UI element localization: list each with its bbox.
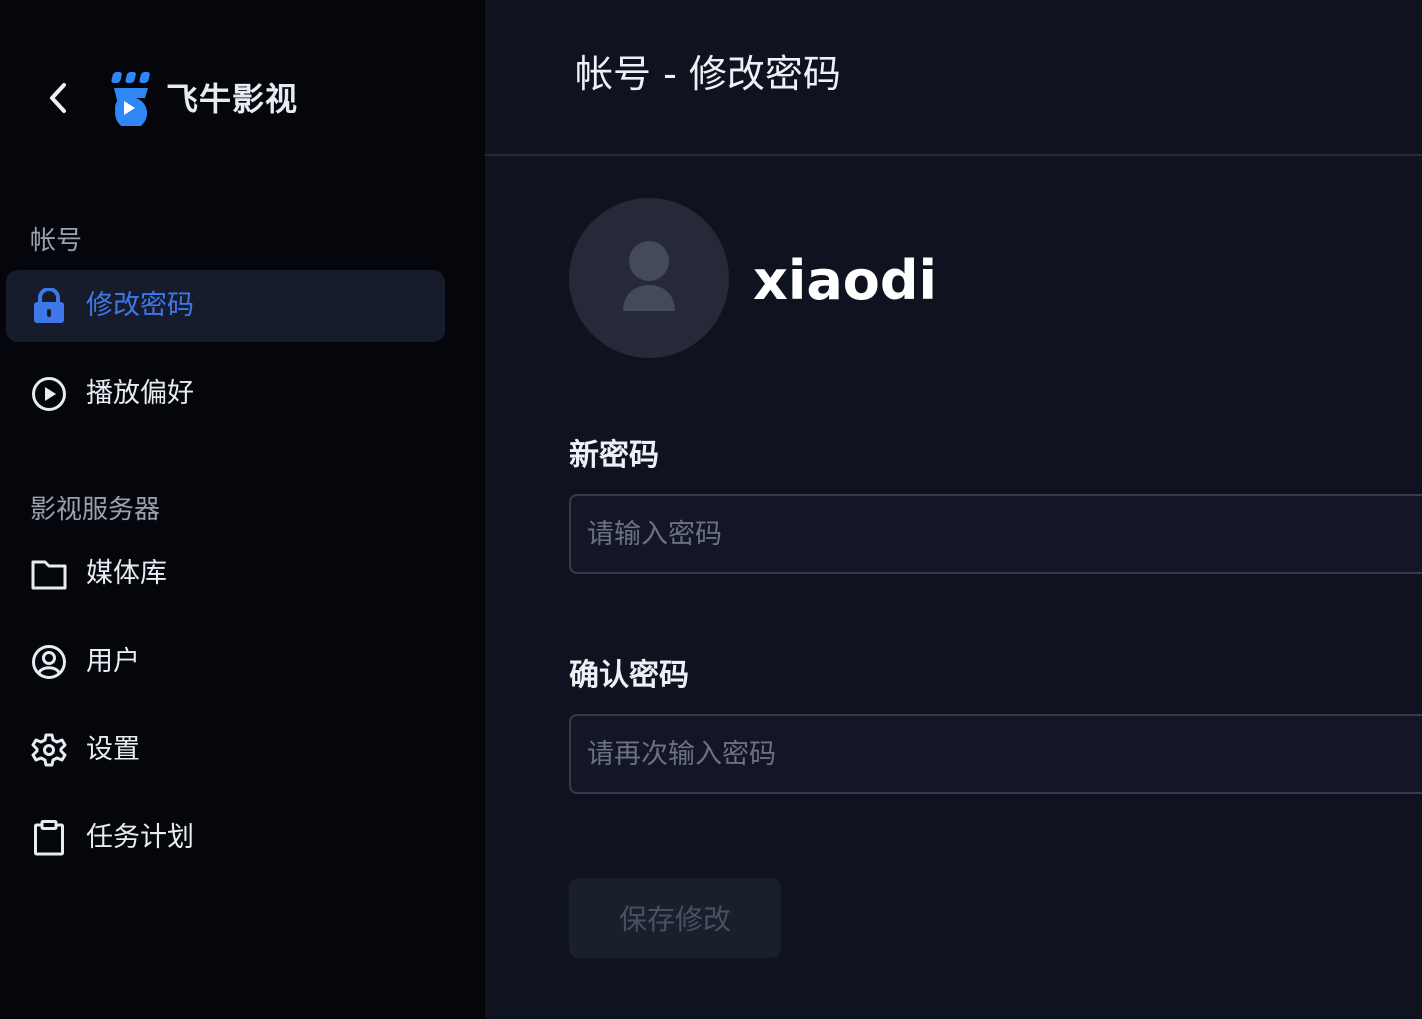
sidebar-item-settings[interactable]: 设置 xyxy=(6,714,445,786)
sidebar-item-media-library[interactable]: 媒体库 xyxy=(6,538,445,610)
feiniu-logo-icon xyxy=(111,72,150,126)
user-circle-icon xyxy=(31,644,67,680)
clipboard-icon xyxy=(31,820,67,856)
app-logo-text: 飞牛影视 xyxy=(166,80,299,118)
chevron-left-icon xyxy=(50,83,66,113)
new-password-input[interactable] xyxy=(569,494,1422,574)
confirm-password-label: 确认密码 xyxy=(569,658,689,693)
main-content: 帐号 - 修改密码 xiaodi 新密码 确认密码 保存修改 xyxy=(485,0,1422,1019)
play-circle-icon xyxy=(31,376,67,412)
sidebar-item-label: 设置 xyxy=(86,734,140,765)
avatar xyxy=(569,198,729,358)
sidebar-item-task-schedule[interactable]: 任务计划 xyxy=(6,802,445,874)
confirm-password-input[interactable] xyxy=(569,714,1422,794)
page-title: 帐号 - 修改密码 xyxy=(575,52,841,96)
username: xiaodi xyxy=(753,249,938,312)
sidebar-item-label: 用户 xyxy=(86,646,140,677)
user-avatar-icon xyxy=(623,241,675,311)
sidebar-item-label: 播放偏好 xyxy=(86,378,194,409)
section-title-account: 帐号 xyxy=(30,226,83,256)
header-divider xyxy=(485,154,1422,156)
app-window: 飞牛影视 帐号 修改密码 播放偏好 影视服务器 媒体库 用户 设置 任务计划 帐… xyxy=(0,0,1422,1019)
section-title-media-server: 影视服务器 xyxy=(30,495,161,525)
sidebar-item-users[interactable]: 用户 xyxy=(6,626,445,698)
new-password-label: 新密码 xyxy=(569,438,659,473)
lock-icon xyxy=(31,288,67,324)
sidebar: 飞牛影视 帐号 修改密码 播放偏好 影视服务器 媒体库 用户 设置 任务计划 xyxy=(0,0,485,1019)
gear-icon xyxy=(31,732,67,768)
sidebar-item-label: 任务计划 xyxy=(86,822,194,853)
sidebar-item-change-password[interactable]: 修改密码 xyxy=(6,270,445,342)
save-changes-button[interactable]: 保存修改 xyxy=(569,878,781,958)
sidebar-item-label: 媒体库 xyxy=(86,558,167,589)
sidebar-item-playback-preferences[interactable]: 播放偏好 xyxy=(6,358,445,430)
back-button[interactable] xyxy=(40,78,76,118)
folder-icon xyxy=(31,556,67,592)
sidebar-item-label: 修改密码 xyxy=(86,290,194,321)
